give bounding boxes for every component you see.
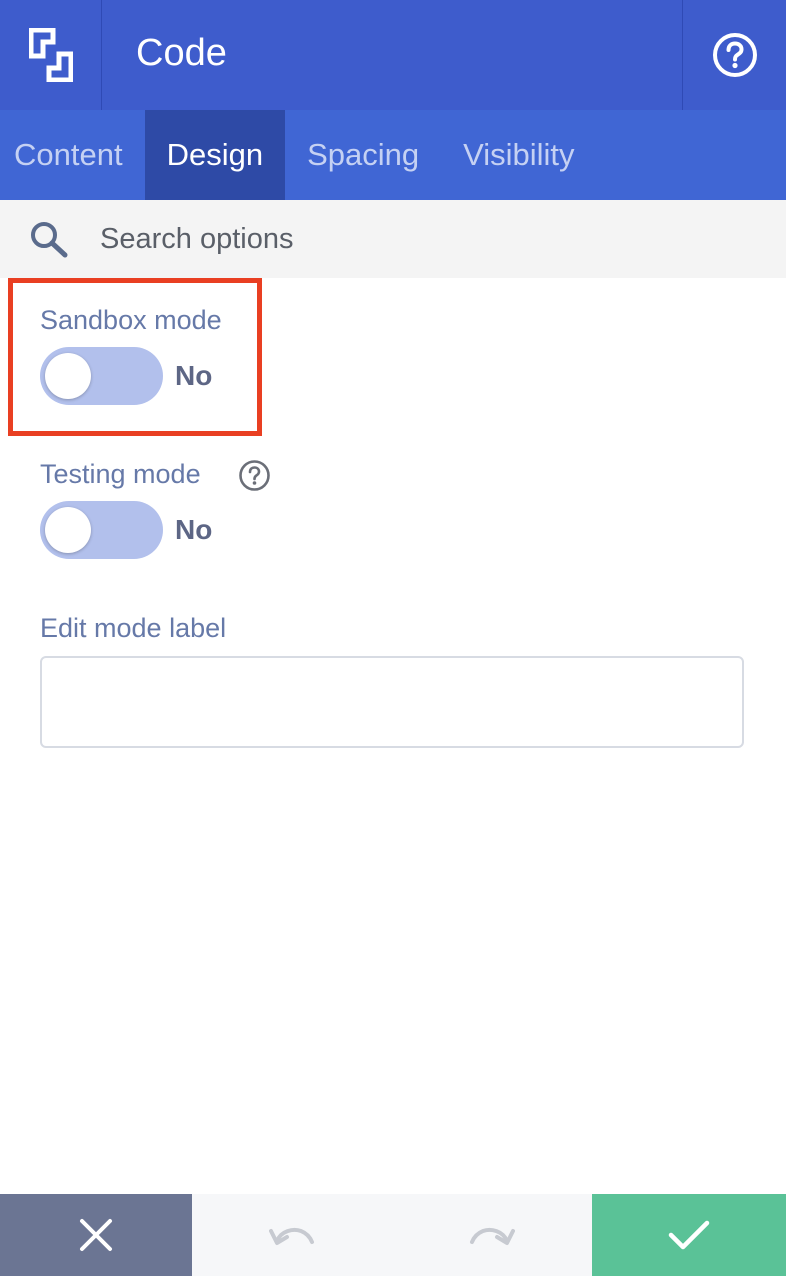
- sandbox-mode-label: Sandbox mode: [40, 305, 222, 335]
- search-bar: [0, 200, 786, 278]
- redo-icon: [470, 1227, 515, 1245]
- panel-title: Code: [136, 32, 227, 74]
- help-button[interactable]: [682, 0, 786, 110]
- toggle-knob: [45, 353, 91, 399]
- cancel-button[interactable]: [0, 1194, 192, 1276]
- edit-mode-label-input[interactable]: [40, 656, 744, 748]
- testing-mode-toggle[interactable]: [40, 501, 163, 559]
- search-icon: [31, 222, 68, 258]
- tab-content[interactable]: Content: [0, 110, 145, 200]
- logo-cell: [0, 0, 102, 110]
- builder-logo-icon: [28, 28, 73, 82]
- action-bar: [0, 1194, 786, 1276]
- tab-bar: Content Design Spacing Visibility: [0, 110, 786, 200]
- panel-header: Code: [0, 0, 786, 110]
- testing-mode-value: No: [175, 514, 213, 545]
- sandbox-mode-value: No: [175, 360, 213, 391]
- tab-visibility[interactable]: Visibility: [441, 110, 596, 200]
- undo-button[interactable]: [192, 1194, 392, 1276]
- edit-mode-label-label: Edit mode label: [40, 613, 227, 643]
- question-circle-icon: [712, 33, 757, 77]
- toggle-knob: [45, 507, 91, 553]
- search-input[interactable]: [100, 214, 760, 264]
- tab-spacing[interactable]: Spacing: [285, 110, 441, 200]
- save-button[interactable]: [592, 1194, 786, 1276]
- undo-icon: [269, 1227, 314, 1245]
- redo-button[interactable]: [392, 1194, 592, 1276]
- check-icon: [668, 1220, 710, 1250]
- help-circle-icon[interactable]: [238, 459, 271, 492]
- sandbox-mode-toggle[interactable]: [40, 347, 163, 405]
- testing-mode-label: Testing mode: [40, 459, 201, 489]
- tab-design[interactable]: Design: [144, 110, 286, 200]
- close-icon: [80, 1219, 112, 1251]
